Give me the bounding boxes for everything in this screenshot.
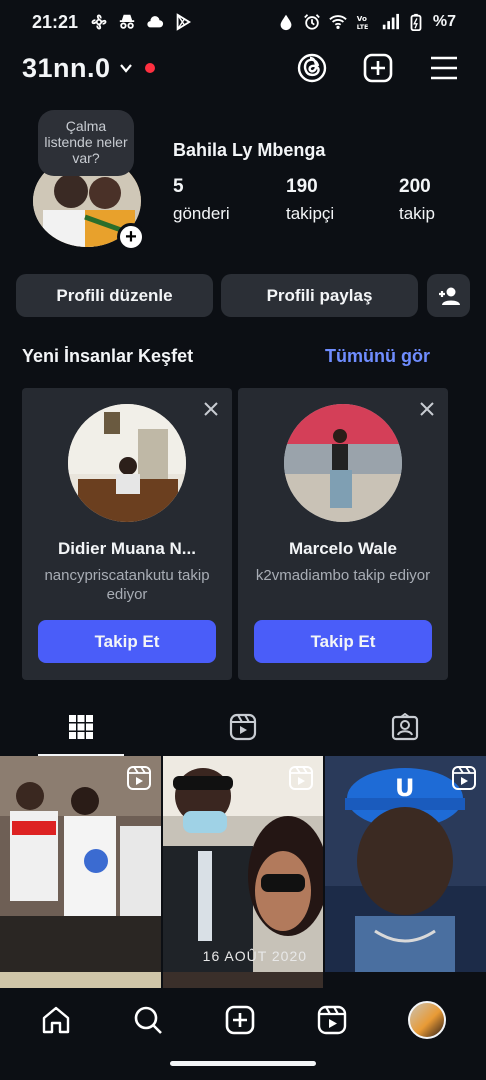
threads-icon[interactable] xyxy=(296,52,328,84)
stat-following[interactable]: 200 takip xyxy=(399,176,486,224)
close-icon[interactable] xyxy=(202,400,220,418)
reel-indicator-icon xyxy=(452,766,477,790)
suggestion-card[interactable]: Didier Muana N... nancypriscatankutu tak… xyxy=(22,388,232,680)
reel-indicator-icon xyxy=(126,766,151,790)
search-icon[interactable] xyxy=(132,1004,164,1036)
tab-reels[interactable] xyxy=(162,698,324,756)
discover-title: Yeni İnsanlar Keşfet xyxy=(22,346,194,366)
suggestion-avatar[interactable] xyxy=(284,404,402,522)
status-time: 21:21 xyxy=(32,11,79,32)
follow-button[interactable]: Takip Et xyxy=(38,620,216,663)
home-indicator[interactable] xyxy=(170,1061,316,1066)
status-bar: 21:21 Vo LTE %7 xyxy=(0,0,486,44)
tagged-icon xyxy=(391,713,419,741)
stat-followers[interactable]: 190 takipçi xyxy=(286,176,399,224)
signal-icon xyxy=(382,13,399,30)
grid-icon xyxy=(69,715,93,739)
svg-text:U: U xyxy=(395,774,415,802)
battery-percent: %7 xyxy=(432,13,456,30)
edit-profile-button[interactable]: Profili düzenle xyxy=(16,274,213,317)
menu-icon[interactable] xyxy=(428,52,460,84)
drop-icon xyxy=(280,14,292,31)
notification-dot xyxy=(144,63,155,73)
suggestion-card[interactable]: Marcelo Wale k2vmadiambo takip ediyor Ta… xyxy=(238,388,448,680)
tab-tagged[interactable] xyxy=(324,698,486,756)
suggestion-context: nancypriscatankutu takip ediyor xyxy=(44,567,210,603)
stat-followers-label: takipçi xyxy=(286,204,335,223)
create-icon[interactable] xyxy=(224,1004,256,1036)
stat-followers-value: 190 xyxy=(286,176,318,197)
close-icon[interactable] xyxy=(418,400,436,418)
cloud-icon xyxy=(147,16,164,28)
profile-stats: 5 gönderi 190 takipçi 200 takip xyxy=(173,176,486,224)
volte-icon: VoLTE xyxy=(357,14,369,31)
battery-icon xyxy=(410,13,422,31)
display-name: Bahila Ly Mbenga xyxy=(173,140,326,160)
suggestion-context: k2vmadiambo takip ediyor xyxy=(255,567,431,584)
see-all-link[interactable]: Tümünü gör xyxy=(325,346,430,367)
stat-following-label: takip xyxy=(399,204,435,223)
fan-icon xyxy=(91,14,107,30)
posts-grid-next-row xyxy=(0,972,486,988)
wifi-icon xyxy=(329,15,347,30)
reels-icon[interactable] xyxy=(316,1004,348,1036)
share-profile-button[interactable]: Profili paylaş xyxy=(221,274,418,317)
stat-following-value: 200 xyxy=(399,176,431,197)
suggestion-name[interactable]: Didier Muana N... xyxy=(22,539,232,559)
svg-text:LTE: LTE xyxy=(357,24,369,31)
tab-posts[interactable] xyxy=(0,698,162,756)
incognito-icon xyxy=(119,14,135,29)
add-story-icon[interactable]: + xyxy=(117,223,145,251)
follow-button[interactable]: Takip Et xyxy=(254,620,432,663)
alarm-icon xyxy=(304,14,320,30)
play-store-icon xyxy=(176,13,192,31)
post-thumbnail[interactable] xyxy=(0,756,161,988)
chevron-down-icon[interactable] xyxy=(119,61,133,75)
reels-icon xyxy=(229,713,257,741)
post-thumbnail[interactable]: 16 AOÛT 2020 xyxy=(162,756,324,988)
stat-posts[interactable]: 5 gönderi xyxy=(173,176,286,224)
discover-people-button[interactable] xyxy=(427,274,470,317)
svg-text:Vo: Vo xyxy=(357,14,367,23)
post-date-stamp: 16 AOÛT 2020 xyxy=(202,948,308,964)
post-thumbnail[interactable]: U xyxy=(325,756,486,988)
suggestion-name[interactable]: Marcelo Wale xyxy=(238,539,448,559)
username[interactable]: 31nn.0 xyxy=(22,53,111,84)
profile-header: 31nn.0 xyxy=(0,46,486,90)
profile-tabs xyxy=(0,698,486,756)
posts-grid: 16 AOÛT 2020 U xyxy=(0,756,486,988)
reel-indicator-icon xyxy=(289,766,314,790)
stat-posts-value: 5 xyxy=(173,176,184,197)
create-icon[interactable] xyxy=(362,52,394,84)
profile-avatar[interactable] xyxy=(408,1001,446,1039)
home-icon[interactable] xyxy=(40,1004,72,1036)
suggestion-avatar[interactable] xyxy=(68,404,186,522)
profile-note-bubble[interactable]: Çalma listende neler var? xyxy=(38,110,134,176)
bottom-navigation xyxy=(0,988,486,1052)
add-person-icon xyxy=(438,287,460,305)
stat-posts-label: gönderi xyxy=(173,204,230,223)
